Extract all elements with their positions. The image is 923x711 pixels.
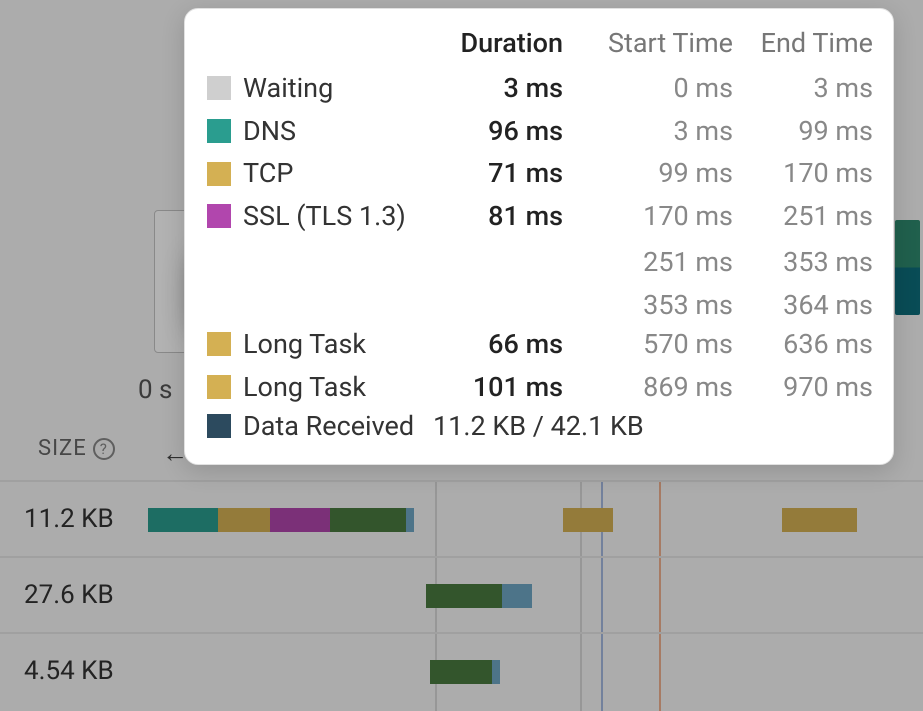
swatch-icon <box>207 204 231 228</box>
phase-end: 970 ms <box>733 366 873 409</box>
swatch-icon <box>207 162 231 186</box>
phase-start: 99 ms <box>563 152 733 195</box>
tooltip-footer: Data Received 11.2 KB / 42.1 KB <box>207 410 867 442</box>
phase-start: 353 ms <box>563 284 733 327</box>
seg-download <box>492 660 500 684</box>
row-bars <box>148 660 923 684</box>
phase-name: SSL (TLS 1.3) <box>243 195 433 238</box>
tooltip-row: Long Task101 ms869 ms970 ms <box>207 366 867 409</box>
seg-download <box>406 508 414 532</box>
tooltip-header: Duration Start Time End Time <box>207 27 867 59</box>
phase-start: 0 ms <box>563 67 733 110</box>
help-icon[interactable]: ? <box>93 438 115 460</box>
row-size: 11.2 KB <box>0 504 130 534</box>
col-end: End Time <box>733 27 873 59</box>
phase-name: TCP <box>243 152 433 195</box>
tooltip-row: SSL (TLS 1.3)81 ms170 ms251 ms <box>207 195 867 238</box>
footer-value: 11.2 KB / 42.1 KB <box>433 410 867 442</box>
phase-name: Long Task <box>243 366 433 409</box>
swatch-icon <box>207 375 231 399</box>
phase-duration: 71 ms <box>433 152 563 195</box>
phase-name: Waiting <box>243 67 433 110</box>
seg-ttfb <box>426 584 502 608</box>
phase-start: 170 ms <box>563 195 733 238</box>
tooltip-row: DNS96 ms3 ms99 ms <box>207 110 867 153</box>
row-size: 4.54 KB <box>0 656 130 686</box>
phase-end: 364 ms <box>733 284 873 327</box>
footer-name: Data Received <box>243 410 433 442</box>
seg-ttfb <box>330 508 406 532</box>
tooltip-row: Long Task66 ms570 ms636 ms <box>207 323 867 366</box>
waterfall-row[interactable]: 4.54 KB <box>0 632 923 708</box>
seg-tcp <box>218 508 270 532</box>
phase-duration: 96 ms <box>433 110 563 153</box>
seg-download <box>502 584 532 608</box>
phase-start: 869 ms <box>563 366 733 409</box>
phase-end: 353 ms <box>733 241 873 284</box>
phase-end: 251 ms <box>733 195 873 238</box>
phase-duration: 3 ms <box>433 67 563 110</box>
seg-longtask <box>782 508 857 532</box>
size-column-header: SIZE ? <box>38 436 115 461</box>
row-bars <box>148 508 923 532</box>
phase-duration: 101 ms <box>433 366 563 409</box>
phase-name: Long Task <box>243 323 433 366</box>
seg-dns <box>148 508 218 532</box>
waterfall-rows: 11.2 KB 27.6 KB 4.54 KB <box>0 480 923 708</box>
tooltip-row: Waiting3 ms0 ms3 ms <box>207 67 867 110</box>
col-start: Start Time <box>563 27 733 59</box>
phase-end: 636 ms <box>733 323 873 366</box>
phase-start: 3 ms <box>563 110 733 153</box>
swatch-icon <box>207 332 231 356</box>
tooltip-row-tail: 251 ms353 ms <box>207 241 867 284</box>
waterfall-row[interactable]: 11.2 KB <box>0 480 923 556</box>
row-size: 27.6 KB <box>0 580 130 610</box>
row-bars <box>148 584 923 608</box>
swatch-icon <box>207 76 231 100</box>
seg-longtask <box>563 508 613 532</box>
phase-name: DNS <box>243 110 433 153</box>
seg-ssl <box>270 508 330 532</box>
swatch-icon <box>207 119 231 143</box>
waterfall-row[interactable]: 27.6 KB <box>0 556 923 632</box>
timing-tooltip: Duration Start Time End Time Waiting3 ms… <box>184 8 894 465</box>
time-axis-zero: 0 s <box>138 375 172 405</box>
seg-ttfb <box>430 660 492 684</box>
phase-start: 570 ms <box>563 323 733 366</box>
col-duration: Duration <box>433 27 563 59</box>
size-header-text: SIZE <box>38 436 87 461</box>
tooltip-row: TCP71 ms99 ms170 ms <box>207 152 867 195</box>
phase-end: 3 ms <box>733 67 873 110</box>
tooltip-row-tail: 353 ms364 ms <box>207 284 867 327</box>
swatch-icon <box>207 414 231 438</box>
phase-duration: 81 ms <box>433 195 563 238</box>
phase-duration: 66 ms <box>433 323 563 366</box>
thumbnail-badge <box>895 220 920 315</box>
phase-end: 99 ms <box>733 110 873 153</box>
phase-end: 170 ms <box>733 152 873 195</box>
phase-start: 251 ms <box>563 241 733 284</box>
